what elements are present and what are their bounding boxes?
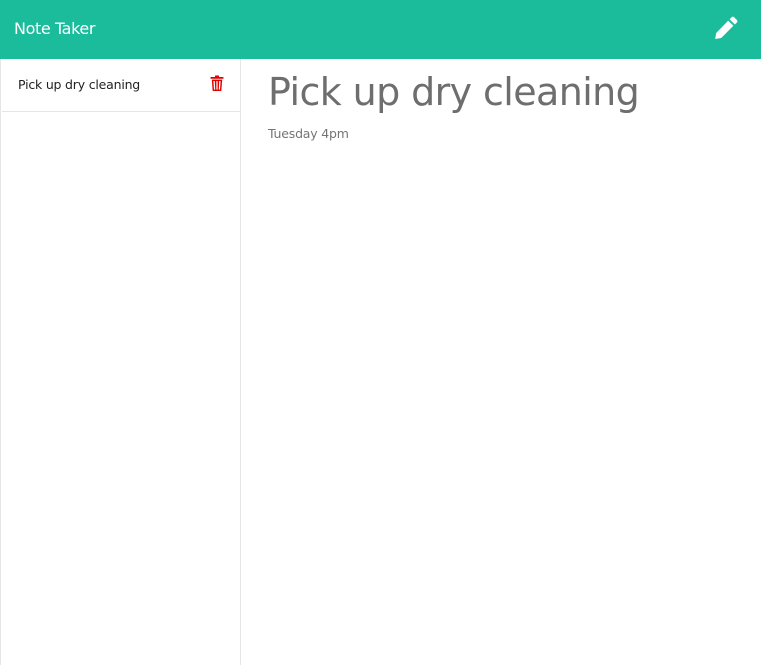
trash-icon (210, 75, 224, 91)
app-brand[interactable]: Note Taker (14, 19, 95, 39)
delete-note-button[interactable] (210, 75, 224, 91)
note-list-item-title: Pick up dry cleaning (18, 77, 141, 92)
navbar: Note Taker (0, 0, 761, 59)
note-title[interactable]: Pick up dry cleaning (268, 69, 640, 115)
note-text[interactable]: Tuesday 4pm (268, 126, 349, 142)
note-editor: Pick up dry cleaning Tuesday 4pm (241, 59, 761, 665)
note-list-item[interactable]: Pick up dry cleaning (2, 59, 240, 112)
new-note-button[interactable] (712, 16, 738, 42)
pencil-icon (715, 16, 738, 39)
notes-sidebar: Pick up dry cleaning (0, 59, 241, 665)
